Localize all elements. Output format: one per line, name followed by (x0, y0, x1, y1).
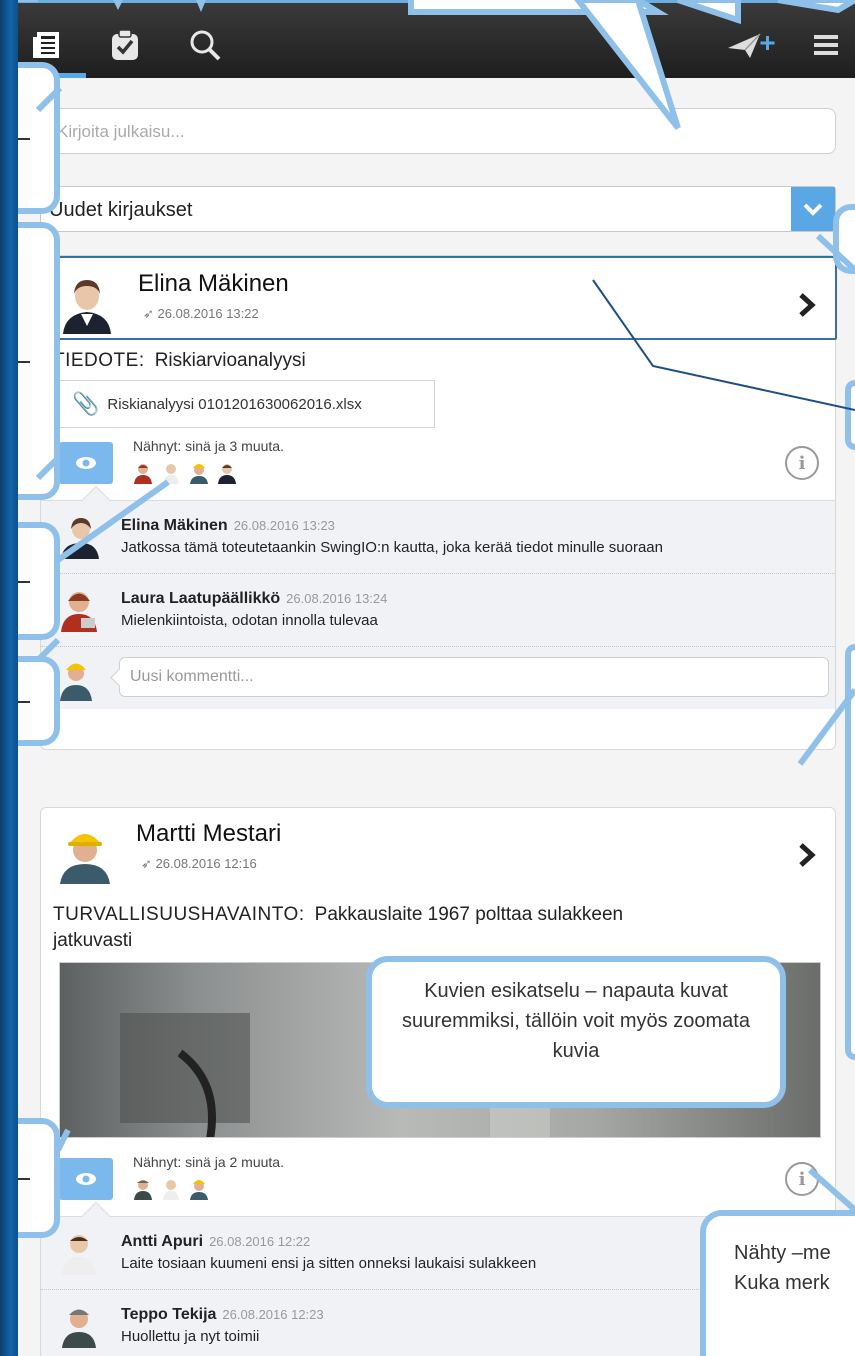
app: Kirjoita julkaisu... Uudet kirjaukset El… (18, 0, 855, 1356)
window-frame (0, 0, 18, 1356)
annotation-pointers (18, 0, 855, 1213)
